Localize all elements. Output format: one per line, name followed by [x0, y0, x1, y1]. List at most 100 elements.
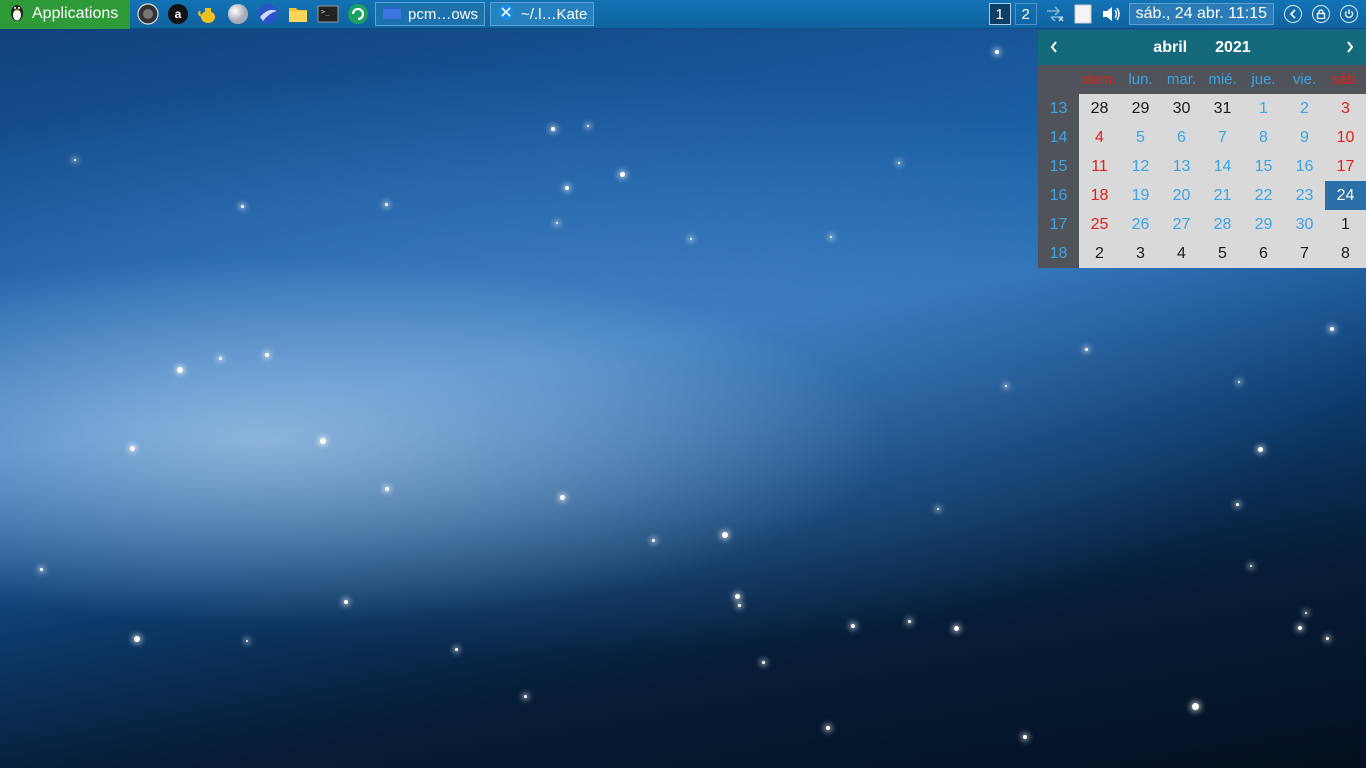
calendar-day[interactable]: 1 — [1243, 94, 1284, 123]
back-icon[interactable] — [1284, 5, 1302, 23]
calendar-day[interactable]: 2 — [1284, 94, 1325, 123]
star — [762, 661, 765, 664]
task-file-manager[interactable]: pcm…ows — [375, 2, 486, 26]
star — [1238, 381, 1240, 383]
calendar-day[interactable]: 29 — [1243, 210, 1284, 239]
lock-icon[interactable] — [1312, 5, 1330, 23]
calendar-day[interactable]: 3 — [1120, 239, 1161, 268]
calendar-day[interactable]: 2 — [1079, 239, 1120, 268]
star — [1305, 612, 1307, 614]
calendar-day[interactable]: 17 — [1325, 152, 1366, 181]
calendar-day[interactable]: 26 — [1120, 210, 1161, 239]
applications-menu-button[interactable]: Applications — [0, 0, 130, 29]
calendar-day[interactable]: 4 — [1161, 239, 1202, 268]
calendar-day[interactable]: 4 — [1079, 123, 1120, 152]
calendar-day[interactable]: 6 — [1243, 239, 1284, 268]
network-disconnected-icon[interactable] — [1041, 2, 1069, 26]
star — [74, 159, 76, 161]
week-number: 17 — [1038, 210, 1079, 239]
star — [735, 594, 740, 599]
calendar-day[interactable]: 30 — [1161, 94, 1202, 123]
star — [241, 205, 244, 208]
calendar-day[interactable]: 19 — [1120, 181, 1161, 210]
star — [908, 620, 911, 623]
update-launcher-icon[interactable] — [346, 2, 370, 26]
weekday-label: jue. — [1251, 71, 1276, 88]
notes-icon[interactable] — [1069, 2, 1097, 26]
weekday-label: mar. — [1166, 71, 1197, 88]
star — [898, 162, 900, 164]
calendar-day[interactable]: 6 — [1161, 123, 1202, 152]
calendar-day[interactable]: 31 — [1202, 94, 1243, 123]
calendar-day[interactable]: 7 — [1202, 123, 1243, 152]
power-icon[interactable] — [1340, 5, 1358, 23]
calendar-day[interactable]: 9 — [1284, 123, 1325, 152]
calendar-day[interactable]: 30 — [1284, 210, 1325, 239]
task-kate[interactable]: ~/.l…Kate — [490, 2, 595, 26]
star — [1085, 348, 1088, 351]
calendar-month: abril — [1153, 38, 1188, 56]
calendar-day[interactable]: 10 — [1325, 123, 1366, 152]
calendar-day[interactable]: 21 — [1202, 181, 1243, 210]
star — [246, 640, 248, 642]
star — [652, 539, 655, 542]
calendar-day[interactable]: 12 — [1120, 152, 1161, 181]
star — [620, 172, 625, 177]
star — [1250, 565, 1252, 567]
week-number: 16 — [1038, 181, 1079, 210]
calendar-day[interactable]: 14 — [1202, 152, 1243, 181]
thunderbird-launcher-icon[interactable] — [256, 2, 280, 26]
calendar-day[interactable]: 7 — [1284, 239, 1325, 268]
weekday-label: lun. — [1128, 71, 1153, 88]
obs-launcher-icon[interactable] — [136, 2, 160, 26]
volume-icon[interactable] — [1097, 2, 1125, 26]
star — [40, 568, 43, 571]
weekday-label: sáb. — [1331, 71, 1360, 88]
calendar-day[interactable]: 15 — [1243, 152, 1284, 181]
star — [177, 367, 183, 373]
calendar-day[interactable]: 16 — [1284, 152, 1325, 181]
calendar-day[interactable]: 3 — [1325, 94, 1366, 123]
amazon-launcher-icon[interactable]: a — [166, 2, 190, 26]
calendar-day[interactable]: 28 — [1202, 210, 1243, 239]
calendar-day[interactable]: 27 — [1161, 210, 1202, 239]
star — [565, 186, 569, 190]
workspace-2[interactable]: 2 — [1014, 3, 1037, 25]
star — [551, 127, 555, 131]
calendar-day[interactable]: 23 — [1284, 181, 1325, 210]
calendar-day[interactable]: 28 — [1079, 94, 1120, 123]
star — [1258, 447, 1263, 452]
star — [1330, 327, 1334, 331]
star — [455, 648, 458, 651]
star — [826, 726, 830, 730]
teapot-launcher-icon[interactable] — [196, 2, 220, 26]
star — [320, 438, 326, 444]
star — [556, 222, 558, 224]
calendar-day-today[interactable]: 24 — [1325, 181, 1366, 210]
calendar-day[interactable]: 5 — [1120, 123, 1161, 152]
clock[interactable]: sáb., 24 abr. 11:15 — [1128, 3, 1274, 25]
sphere-launcher-icon[interactable] — [226, 2, 250, 26]
calendar-weekday-header: dom. lun. mar. mié. jue. vie. sáb. — [1038, 65, 1366, 94]
calendar-day[interactable]: 20 — [1161, 181, 1202, 210]
weekday-label: dom. — [1082, 71, 1117, 88]
workspace-1[interactable]: 1 — [988, 3, 1011, 25]
calendar-day[interactable]: 22 — [1243, 181, 1284, 210]
calendar-day[interactable]: 1 — [1325, 210, 1366, 239]
star — [587, 125, 589, 127]
weekday-label: mié. — [1208, 71, 1237, 88]
calendar-day[interactable]: 11 — [1079, 152, 1120, 181]
terminal-launcher-icon[interactable]: >_ — [316, 2, 340, 26]
svg-text:a: a — [175, 7, 182, 21]
star — [385, 203, 388, 206]
calendar-day[interactable]: 5 — [1202, 239, 1243, 268]
file-manager-launcher-icon[interactable] — [286, 2, 310, 26]
calendar-day[interactable]: 18 — [1079, 181, 1120, 210]
calendar-day[interactable]: 8 — [1325, 239, 1366, 268]
calendar-day[interactable]: 8 — [1243, 123, 1284, 152]
star — [1298, 626, 1302, 630]
calendar-day[interactable]: 25 — [1079, 210, 1120, 239]
calendar-day[interactable]: 29 — [1120, 94, 1161, 123]
chevron-right-icon[interactable] — [1340, 37, 1360, 57]
calendar-day[interactable]: 13 — [1161, 152, 1202, 181]
